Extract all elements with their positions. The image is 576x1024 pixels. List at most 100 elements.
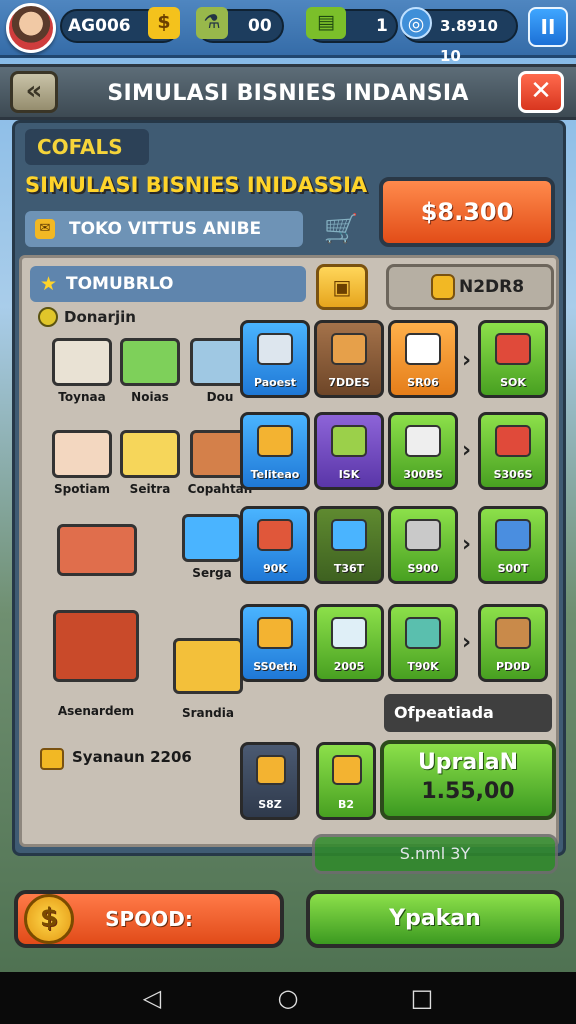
- shop-tile[interactable]: ISK: [314, 412, 384, 490]
- coins-value: 3.8910 10: [440, 17, 498, 65]
- microwave-icon: [52, 338, 112, 386]
- coin-basket-icon: [173, 638, 243, 694]
- disabled-action-button[interactable]: S.nml 3Y: [312, 834, 558, 874]
- nav-home-icon[interactable]: ○: [274, 984, 302, 1012]
- item-label: Seitra: [129, 482, 171, 496]
- upgrade-button[interactable]: UpralaN 1.55,00: [380, 740, 556, 820]
- tent-icon: [405, 333, 441, 365]
- shop-tile[interactable]: SOK: [478, 320, 548, 398]
- stat-a-value: 00: [248, 16, 272, 36]
- star-icon: ★: [40, 273, 58, 295]
- tile-label: S00T: [497, 562, 529, 575]
- tile-label: 2005: [333, 660, 365, 673]
- spood-button[interactable]: $ SPOOD:: [14, 890, 284, 948]
- stall-icon: [52, 430, 112, 478]
- shop-tile[interactable]: Paoest: [240, 320, 310, 398]
- price-button[interactable]: $8.300: [379, 177, 555, 247]
- locked-info-box[interactable]: N2DR8: [386, 264, 554, 310]
- tile-label: SOK: [500, 376, 526, 389]
- store-name: TOKO VITTUS ANIBE: [69, 219, 262, 239]
- player-avatar[interactable]: [6, 3, 56, 53]
- description-label: Donarjin: [64, 308, 136, 326]
- tile-label: S306S: [493, 468, 533, 481]
- tile-label: SS0eth: [253, 660, 297, 673]
- shop-tile[interactable]: S900: [388, 506, 458, 584]
- stat-b-value: 1: [376, 16, 388, 36]
- upgrade-price: 1.55,00: [421, 779, 515, 804]
- list-item[interactable]: [42, 524, 152, 576]
- arrow-right-icon: ›: [462, 630, 472, 655]
- shop-tile[interactable]: 300BS: [388, 412, 458, 490]
- system-nav-bar: ◁ ○ □: [0, 972, 576, 1024]
- tile-label: SR06: [407, 376, 439, 389]
- bucket-icon: [495, 519, 531, 551]
- bottle-icon: ⚗: [196, 7, 228, 39]
- map-button[interactable]: ▣: [316, 264, 368, 310]
- shopping-cart-icon: 🛒: [323, 212, 359, 245]
- category-bar[interactable]: ★ TOMUBRLO: [30, 266, 306, 302]
- shop-tile[interactable]: T36T: [314, 506, 384, 584]
- cart-icon: [257, 519, 293, 551]
- back-icon: «: [25, 76, 43, 106]
- section-subtitle: SIMULASI BISNIES INIDASSIA: [25, 173, 368, 197]
- bottom-tile[interactable]: S8Z: [240, 742, 300, 820]
- item-label: Noias: [131, 390, 169, 404]
- cash-icon: ▤: [306, 7, 346, 39]
- arrow-right-icon: ›: [462, 348, 472, 373]
- tile-label: PD0D: [496, 660, 530, 673]
- shop-tile[interactable]: SR06: [388, 320, 458, 398]
- shop-tile[interactable]: T90K: [388, 604, 458, 682]
- tile-label: S900: [407, 562, 439, 575]
- nav-back-icon[interactable]: ◁: [138, 984, 166, 1012]
- item-label: Srandia: [181, 706, 234, 720]
- bin-icon: [182, 514, 242, 562]
- shop-tile[interactable]: Teliteao: [240, 412, 310, 490]
- ypakan-label: Ypakan: [389, 906, 481, 931]
- bottom-tile[interactable]: B2: [316, 742, 376, 820]
- vegetable-crate-icon: [120, 338, 180, 386]
- cart-table-icon: [495, 617, 531, 649]
- main-panel: COFALS SIMULASI BISNIES INIDASSIA ✉ TOKO…: [12, 120, 566, 856]
- shop-tile[interactable]: 90K: [240, 506, 310, 584]
- list-item[interactable]: Seitra: [110, 430, 190, 496]
- page-title: SIMULASI BISNIES INDANSIA: [107, 81, 469, 106]
- shop-tile[interactable]: PD0D: [478, 604, 548, 682]
- trolley-icon: [405, 519, 441, 551]
- vending-machine-icon: [405, 617, 441, 649]
- shop-tile[interactable]: SS0eth: [240, 604, 310, 682]
- shop-tile[interactable]: 2005: [314, 604, 384, 682]
- list-item[interactable]: Noias: [110, 338, 190, 404]
- spood-label: SPOOD:: [105, 907, 193, 931]
- tile-label: ISK: [338, 468, 360, 481]
- store-icon: ✉: [35, 219, 55, 239]
- list-item[interactable]: Asenardem: [40, 610, 152, 718]
- operation-label: Ofpeatiada: [384, 694, 552, 732]
- upgrade-title: UpralaN: [417, 750, 519, 775]
- pot-icon: [405, 425, 441, 457]
- gold-coin-icon: $: [24, 894, 74, 944]
- big-cart-icon: [53, 610, 139, 682]
- close-button[interactable]: ✕: [518, 71, 564, 113]
- storage-box-icon: [331, 519, 367, 551]
- close-icon: ✕: [530, 76, 552, 106]
- book-stack-icon: [331, 425, 367, 457]
- ypakan-button[interactable]: Ypakan: [306, 890, 564, 948]
- crate-icon: [331, 333, 367, 365]
- nav-recents-icon[interactable]: □: [408, 984, 436, 1012]
- arrow-right-icon: ›: [462, 438, 472, 463]
- parcel-icon: [256, 755, 286, 785]
- lock-icon: [431, 274, 455, 300]
- stock-label-row: Syanaun 2206: [40, 748, 192, 770]
- arrow-right-icon: ›: [462, 532, 472, 557]
- section-tag: COFALS: [25, 129, 149, 165]
- coin-icon: $: [148, 7, 180, 39]
- shop-tile[interactable]: S00T: [478, 506, 548, 584]
- stock-label: Syanaun 2206: [72, 748, 192, 766]
- title-bar: « SIMULASI BISNIES INDANSIA ✕: [0, 64, 576, 120]
- back-button[interactable]: «: [10, 71, 58, 113]
- shop-tile[interactable]: 7DDES: [314, 320, 384, 398]
- shop-tile[interactable]: S306S: [478, 412, 548, 490]
- basket-icon: [57, 524, 137, 576]
- pause-button[interactable]: II: [528, 7, 568, 47]
- store-name-row[interactable]: ✉ TOKO VITTUS ANIBE: [25, 211, 303, 247]
